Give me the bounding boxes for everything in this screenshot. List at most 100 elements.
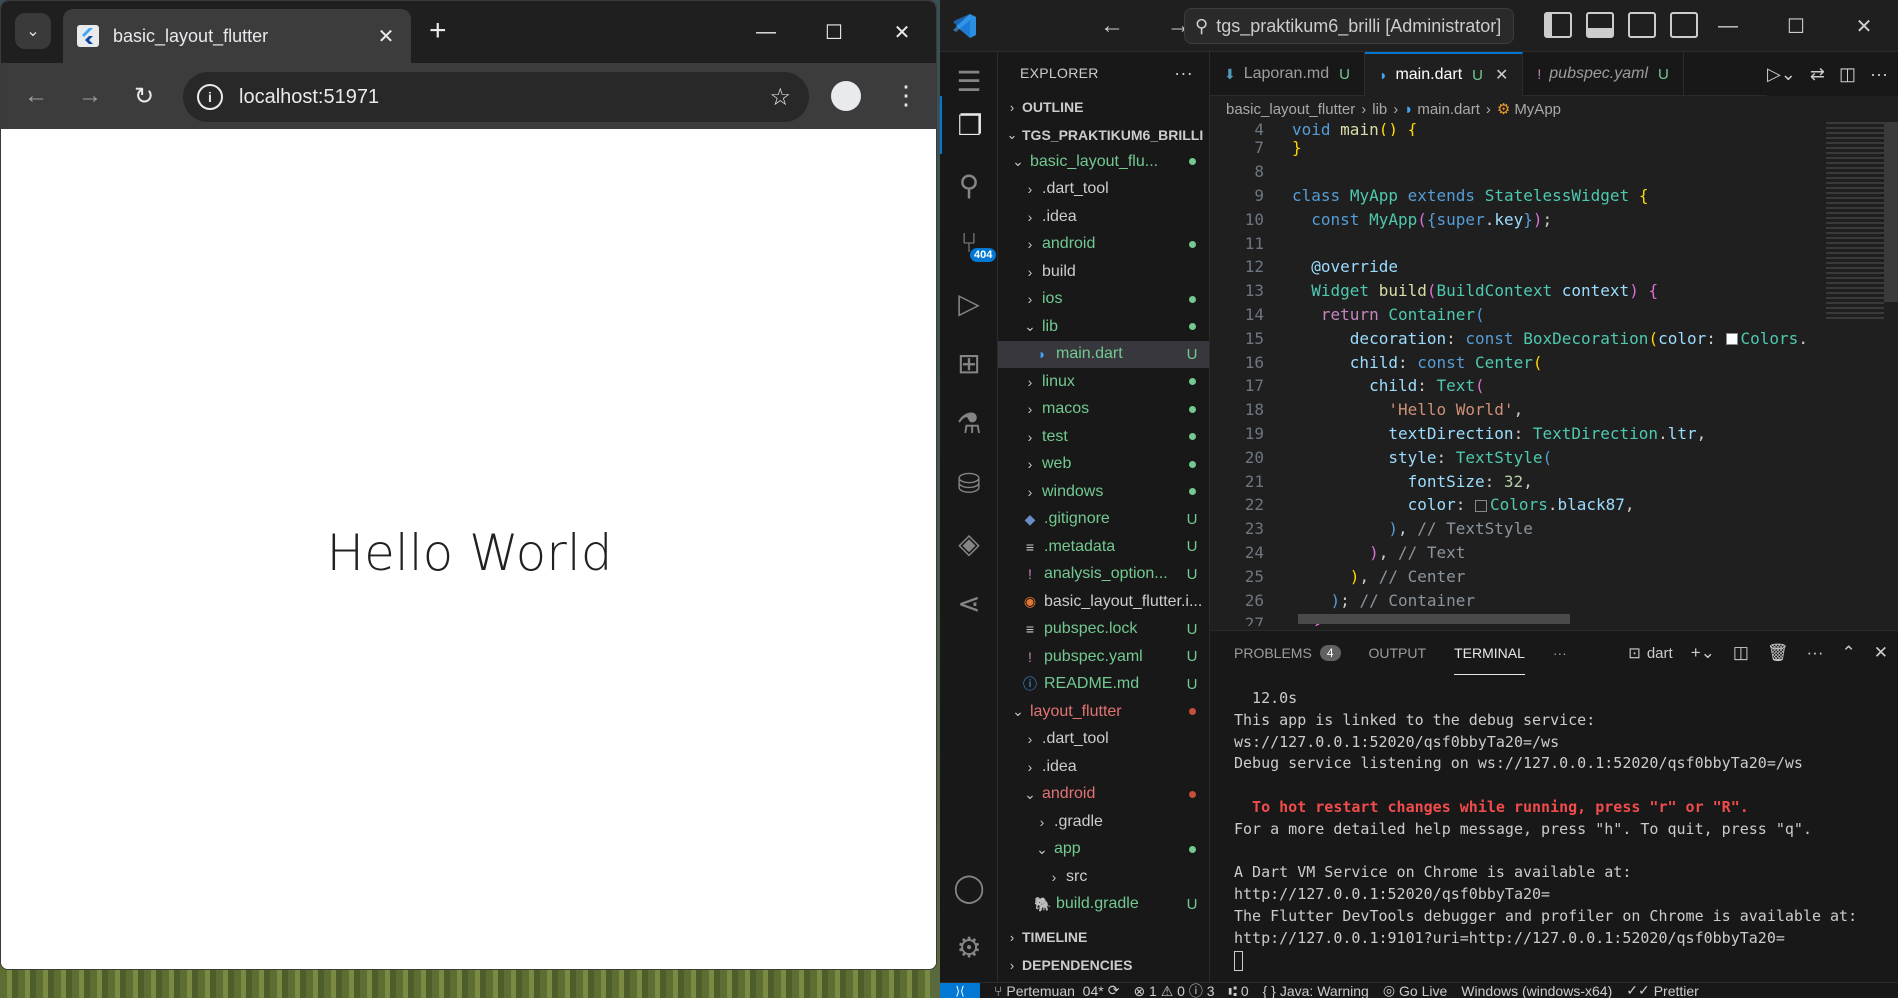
flutter-icon[interactable]: ⋖ — [940, 574, 998, 632]
more-actions-icon[interactable]: ··· — [1807, 643, 1824, 663]
trash-icon[interactable]: 🗑 — [1767, 643, 1789, 663]
tree-item[interactable]: › ios — [998, 286, 1209, 314]
settings-gear-icon[interactable]: ⚙ — [940, 918, 998, 976]
browser-menu-icon[interactable]: ⋮ — [893, 77, 919, 113]
terminal-output[interactable]: 12.0s This app is linked to the debug ser… — [1210, 675, 1898, 972]
run-debug-dropdown-icon[interactable]: ▷⌄ — [1767, 64, 1796, 85]
explorer-icon[interactable]: ❐ — [940, 96, 998, 154]
url-text[interactable]: localhost:51971 — [239, 86, 769, 109]
new-tab-button[interactable]: + — [429, 15, 447, 47]
tree-item[interactable]: › build — [998, 258, 1209, 286]
maximize-button[interactable]: ☐ — [800, 1, 868, 63]
tree-item[interactable]: ! analysis_option... U — [998, 561, 1209, 589]
code-editor[interactable]: 4 void main() { 7} 8 9 class MyApp extends… — [1210, 122, 1898, 626]
tab-laporan[interactable]: ⬇ Laporan.md U — [1210, 52, 1365, 96]
new-terminal-icon[interactable]: +⌄ — [1691, 643, 1715, 663]
tree-item[interactable]: › android — [998, 231, 1209, 259]
run-debug-icon[interactable]: ▷ — [940, 274, 998, 332]
site-info-icon[interactable]: i — [197, 84, 223, 110]
toggle-sidebar-icon[interactable] — [1544, 12, 1572, 38]
close-tab-icon[interactable]: ✕ — [1495, 65, 1508, 85]
prettier-status[interactable]: ✓✓ Prettier — [1626, 983, 1699, 998]
tree-item[interactable]: › linux — [998, 368, 1209, 396]
profile-avatar[interactable] — [831, 81, 861, 111]
split-terminal-icon[interactable]: ◫ — [1733, 643, 1749, 663]
close-tab-icon[interactable]: ✕ — [375, 24, 397, 49]
tree-item[interactable]: ⌄ basic_layout_flu... — [998, 148, 1209, 176]
golive-status[interactable]: ◎ Go Live — [1383, 983, 1447, 998]
minimize-button[interactable]: — — [732, 1, 800, 63]
tree-item[interactable]: › macos — [998, 396, 1209, 424]
tab-terminal[interactable]: TERMINAL — [1454, 631, 1525, 675]
vscode-close-button[interactable]: ✕ — [1830, 0, 1898, 52]
more-actions-icon[interactable]: ··· — [1870, 64, 1888, 85]
account-icon[interactable]: ◯ — [940, 858, 998, 916]
breadcrumb-item[interactable]: basic_layout_flutter — [1226, 101, 1355, 118]
tree-item[interactable]: ≡ .metadata U — [998, 533, 1209, 561]
toggle-secondary-sidebar-icon[interactable] — [1628, 12, 1656, 38]
problems-status[interactable]: ⊗ 1 ⚠ 0 ⓘ 3 — [1133, 983, 1214, 998]
tree-item[interactable]: › windows — [998, 478, 1209, 506]
tree-item[interactable]: 🐘 build.gradle U — [998, 891, 1209, 919]
toggle-panel-icon[interactable] — [1586, 12, 1614, 38]
command-center[interactable]: ⚲ tgs_praktikum6_brilli [Administrator] — [1184, 8, 1514, 44]
vertical-scrollbar[interactable] — [1884, 122, 1898, 302]
tree-item[interactable]: ◉ basic_layout_flutter.i... — [998, 588, 1209, 616]
extensions-icon[interactable]: ⊞ — [940, 334, 998, 392]
close-panel-icon[interactable]: ✕ — [1874, 643, 1888, 663]
branch-status[interactable]: ⑂ Pertemuan_04* ⟳ — [994, 983, 1119, 998]
search-icon[interactable]: ⚲ — [940, 156, 998, 214]
tree-item[interactable]: ⌄ layout_flutter — [998, 698, 1209, 726]
testing-icon[interactable]: ⚗ — [940, 394, 998, 452]
tree-item[interactable]: ⌄ lib — [998, 313, 1209, 341]
tree-item[interactable]: ⓘ README.md U — [998, 671, 1209, 699]
browser-tab[interactable]: basic_layout_flutter ✕ — [63, 9, 411, 63]
tree-item[interactable]: › .dart_tool — [998, 176, 1209, 204]
workspace-section[interactable]: ⌄ TGS_PRAKTIKUM6_BRILLI — [998, 122, 1209, 148]
dependencies-section[interactable]: › DEPENDENCIES — [998, 952, 1210, 978]
tab-pubspec[interactable]: ! pubspec.yaml U — [1523, 52, 1684, 96]
tree-item[interactable]: ! pubspec.yaml U — [998, 643, 1209, 671]
terminal-shell-selector[interactable]: ⊡ dart — [1628, 644, 1672, 663]
outline-section[interactable]: › OUTLINE — [998, 94, 1209, 120]
tree-item[interactable]: › .idea — [998, 203, 1209, 231]
layers-icon[interactable]: ◈ — [940, 514, 998, 572]
more-actions-icon[interactable]: ··· — [1174, 63, 1193, 84]
tree-item[interactable]: ◗ main.dart U — [998, 340, 1209, 368]
forward-button[interactable]: → — [63, 82, 117, 110]
back-button[interactable]: ← — [9, 82, 63, 110]
tree-item[interactable]: › web — [998, 451, 1209, 479]
timeline-section[interactable]: › TIMELINE — [998, 924, 1210, 950]
breadcrumb-item[interactable]: lib — [1372, 101, 1387, 118]
open-changes-icon[interactable]: ⇄ — [1810, 64, 1825, 85]
database-icon[interactable]: ⛁ — [940, 454, 998, 512]
tree-item[interactable]: ⌄ app — [998, 836, 1209, 864]
breadcrumb-item[interactable]: MyApp — [1514, 101, 1561, 118]
tree-item[interactable]: › src — [998, 863, 1209, 891]
close-window-button[interactable]: ✕ — [868, 1, 936, 63]
tree-item[interactable]: › test — [998, 423, 1209, 451]
tree-item[interactable]: ⌄ android — [998, 781, 1209, 809]
java-status[interactable]: { } Java: Warning — [1263, 983, 1369, 998]
bookmark-star-icon[interactable]: ☆ — [769, 83, 791, 112]
platform-status[interactable]: Windows (windows-x64) — [1461, 983, 1612, 998]
split-editor-icon[interactable]: ◫ — [1839, 64, 1856, 85]
minimap[interactable] — [1826, 122, 1884, 322]
tree-item[interactable]: › .gradle — [998, 808, 1209, 836]
address-bar[interactable]: i localhost:51971 ☆ — [183, 72, 809, 122]
tree-item[interactable]: › .dart_tool — [998, 726, 1209, 754]
ports-status[interactable]: ⑆ 0 — [1229, 983, 1249, 998]
remote-icon[interactable]: ⟩⟨ — [940, 983, 980, 998]
breadcrumb-item[interactable]: main.dart — [1417, 101, 1480, 118]
horizontal-scrollbar[interactable] — [1298, 614, 1570, 624]
tab-output[interactable]: OUTPUT — [1369, 631, 1427, 675]
tree-item[interactable]: › .idea — [998, 753, 1209, 781]
tab-problems[interactable]: PROBLEMS 4 — [1234, 631, 1341, 675]
tree-item[interactable]: ≡ pubspec.lock U — [998, 616, 1209, 644]
panel-more-icon[interactable]: ··· — [1553, 631, 1567, 675]
maximize-panel-icon[interactable]: ⌃ — [1842, 643, 1856, 663]
tab-main-dart[interactable]: ◗ main.dart U ✕ — [1364, 52, 1524, 96]
vscode-minimize-button[interactable]: — — [1694, 0, 1762, 52]
vscode-maximize-button[interactable]: ☐ — [1762, 0, 1830, 52]
source-control-icon[interactable]: ⑂ 404 — [940, 214, 998, 272]
